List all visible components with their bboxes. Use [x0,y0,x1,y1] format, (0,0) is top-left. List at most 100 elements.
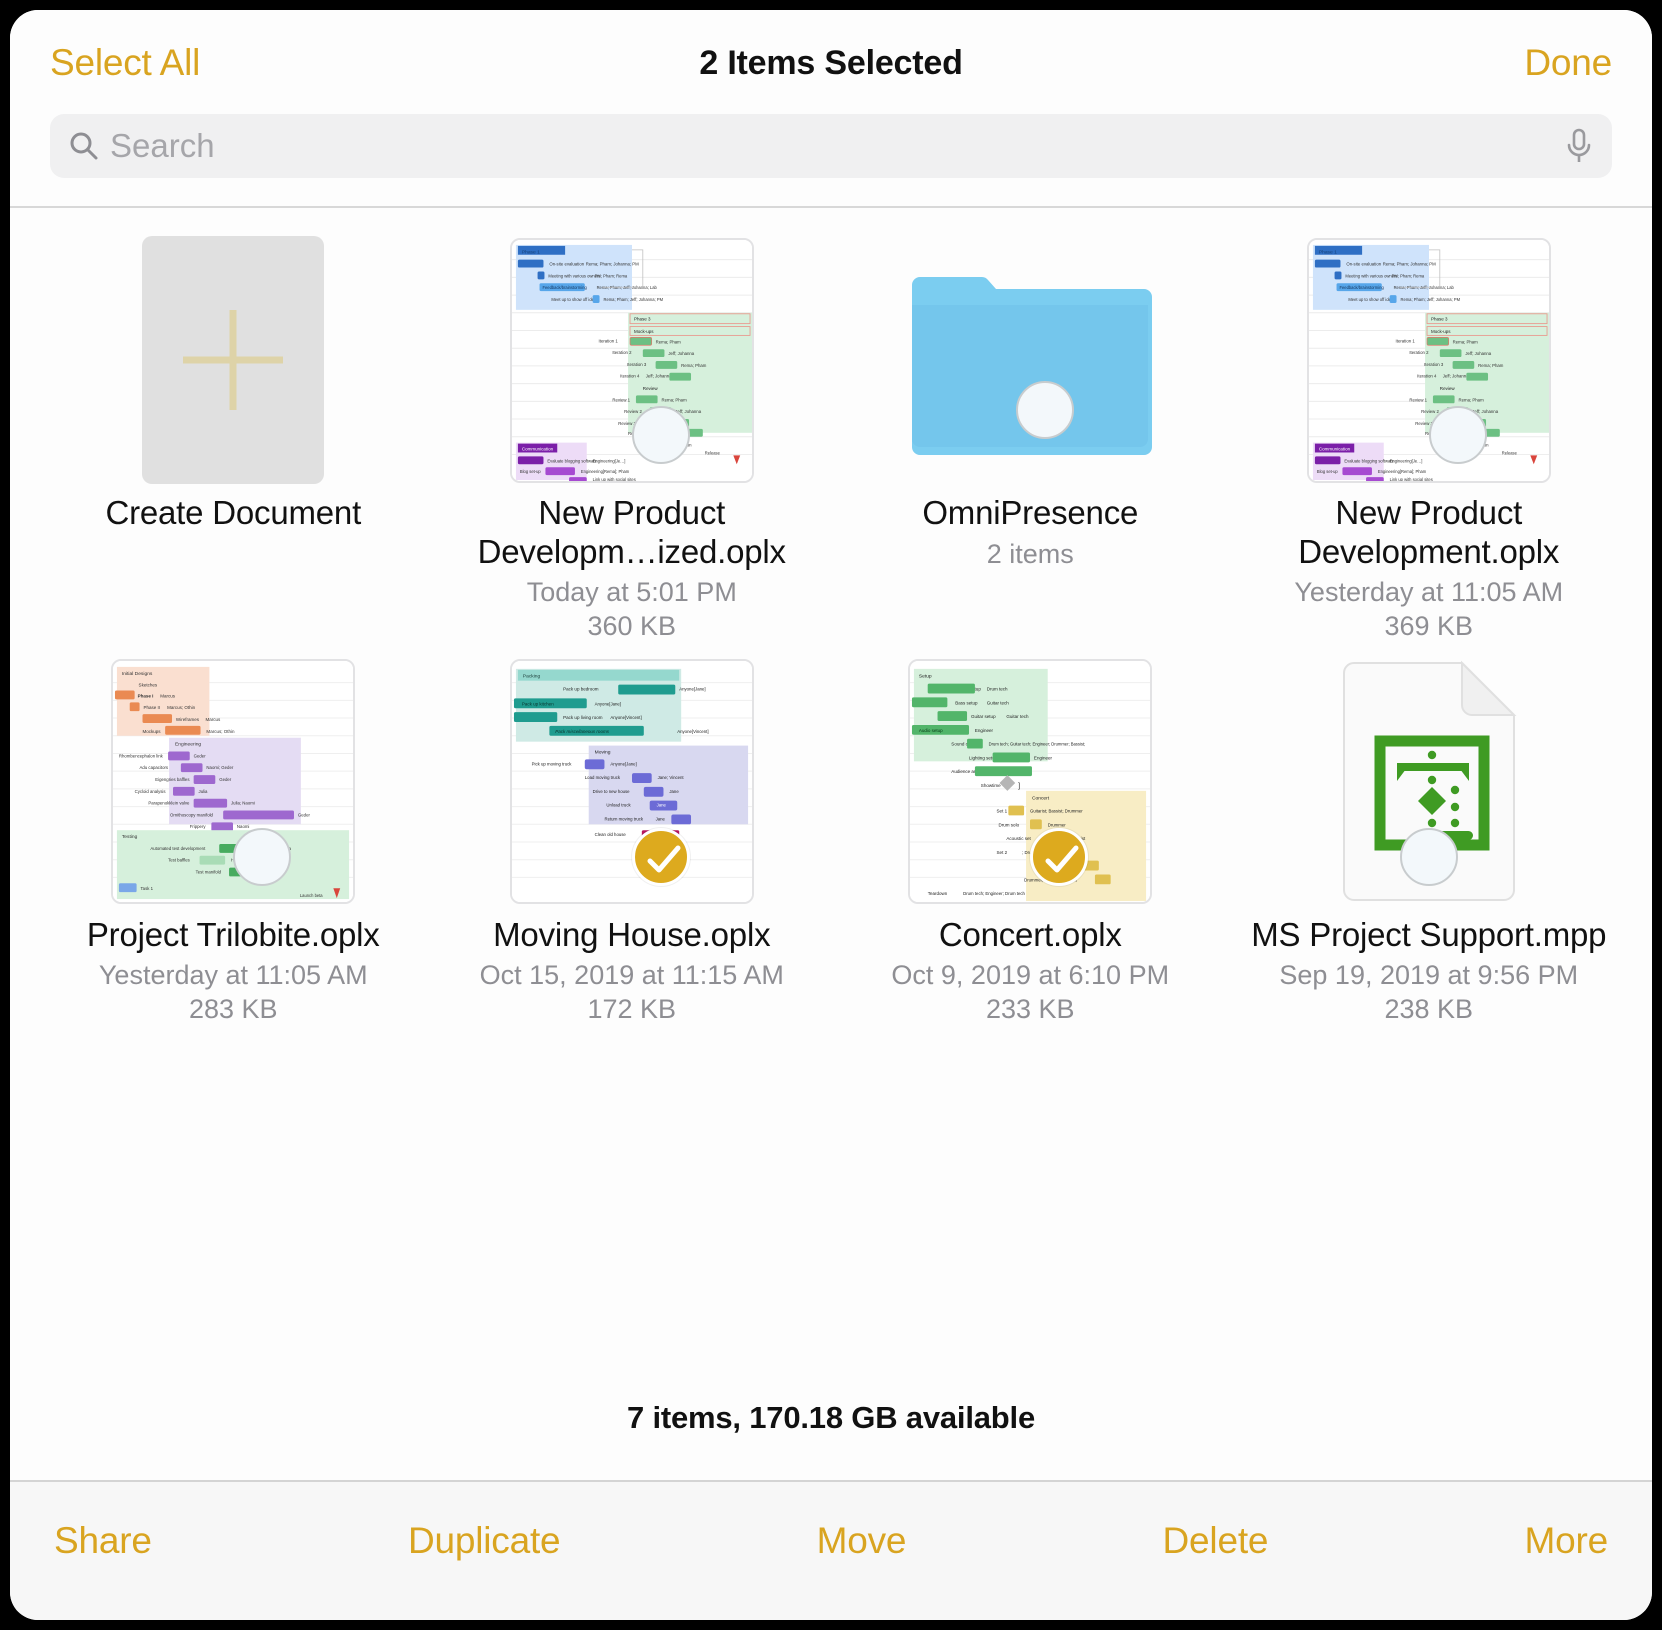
svg-text:Automated test development: Automated test development [151,846,207,851]
item-count: 2 items [986,538,1074,569]
svg-text:Release: Release [1502,450,1518,455]
svg-text:Marcus: Marcus [206,717,222,722]
svg-text:Initial Designs: Initial Designs [122,671,153,677]
svg-text:Sketches: Sketches [139,683,158,688]
thumbnail: Packing Pack up bedroom Anyone[Jane] Pac… [444,652,820,912]
caption: Create Document [55,490,411,533]
delete-button[interactable]: Delete [1163,1520,1269,1562]
item-size: 233 KB [985,993,1075,1024]
svg-text:Engineer: Engineer [975,728,994,733]
svg-text:Jeff; Johanna: Jeff; Johanna [668,351,694,356]
svg-text:Anyone[Jane]: Anyone[Jane] [594,701,620,706]
grid-item-moving-house[interactable]: Packing Pack up bedroom Anyone[Jane] Pac… [433,652,832,1025]
svg-text:Rema; Pham: Rema; Pham [1478,362,1504,367]
more-button[interactable]: More [1525,1520,1609,1562]
grid-item-new-product-development-resourced[interactable]: Phase 1 On-site evaluation Rema; Pham; J… [433,230,832,642]
svg-text:Ornithoscopy manifold: Ornithoscopy manifold [170,813,214,818]
thumbnail [842,230,1218,490]
svg-text:Naomi; Geder: Naomi; Geder [207,765,234,770]
svg-text:Clean old house: Clean old house [594,832,626,837]
svg-text:Rema; Pham; Johanna; PM: Rema; Pham; Johanna; PM [1383,261,1436,266]
selection-badge-selected[interactable] [631,827,690,886]
svg-text:Communication: Communication [1319,446,1351,451]
status-bar: 7 items, 170.18 GB available [10,1400,1652,1480]
caption: New Product Development.oplx Yesterday a… [1251,490,1607,642]
grid-item-create-document[interactable]: Create Document [34,230,433,642]
svg-text:Review 1: Review 1 [1409,397,1427,402]
svg-text:Feedback/brainstorming: Feedback/brainstorming [1339,285,1384,290]
svg-text:Engineering[Je…]: Engineering[Je…] [1389,458,1422,463]
grid-item-ms-project-support[interactable]: MS Project Support.mpp Sep 19, 2019 at 9… [1230,652,1629,1025]
svg-text:Task 1: Task 1 [141,886,154,891]
svg-text:Return moving truck: Return moving truck [604,816,643,821]
svg-text:Pick up moving truck: Pick up moving truck [531,761,572,766]
svg-text:Marcus: Marcus [160,693,176,698]
search-bar[interactable] [50,114,1612,178]
svg-text:Blog set-up: Blog set-up [520,469,542,474]
svg-text:On-site evaluation: On-site evaluation [549,261,584,266]
svg-text:Evaluate blogging software: Evaluate blogging software [547,458,597,463]
svg-text:Eigengries baffles: Eigengries baffles [156,777,190,782]
svg-text:Release: Release [705,450,721,455]
item-size: 369 KB [1384,610,1474,641]
svg-text:PM; Pham; Rema: PM; Pham; Rema [1391,273,1424,278]
grid-item-concert[interactable]: Setup Drums setup Drum tech Bass setup G… [831,652,1230,1025]
share-button[interactable]: Share [54,1520,152,1562]
svg-text:Julia: Julia [199,789,208,794]
item-date: Oct 15, 2019 at 11:15 AM [479,960,784,991]
svg-text:Anyone[Vincent]: Anyone[Vincent] [677,729,708,734]
selection-badge-unselected[interactable] [631,406,690,464]
item-size: 360 KB [587,610,677,641]
document-grid: Create Document Phase 1 On-site evaluati… [10,230,1652,1025]
svg-text:Drum tech: Drum tech [987,687,1008,692]
document-browser-window: Select All 2 Items Selected Done Search … [10,10,1652,1620]
svg-text:Julia; Naomi: Julia; Naomi [231,801,255,806]
svg-text:Anyone[Jane]: Anyone[Jane] [679,687,705,692]
grid-item-project-trilobite[interactable]: Initial Designs Sketches Phase I Marcus … [34,652,433,1025]
svg-text:Review: Review [643,386,659,391]
grid-item-omnipresence-folder[interactable]: OmniPresence 2 items [831,230,1230,642]
svg-text:Mockups: Mockups [143,729,162,734]
selection-badge-unselected[interactable] [1428,406,1487,464]
svg-text:Rema; Pham: Rema; Pham [655,339,681,344]
grid-item-new-product-development[interactable]: Phase 1 On-site evaluation Rema; Pham; J… [1230,230,1629,642]
move-button[interactable]: Move [817,1520,907,1562]
svg-text:Jane: Jane [669,789,679,794]
selection-badge-unselected[interactable] [1016,381,1075,439]
svg-text:Jeff; Johanna: Jeff; Johanna [1443,373,1469,378]
svg-text:Geder: Geder [194,753,207,758]
item-date: Today at 5:01 PM [526,577,737,608]
svg-text:Pack miscellaneous rooms: Pack miscellaneous rooms [555,729,609,734]
selection-badge-unselected[interactable] [233,827,292,886]
selection-badge-unselected[interactable] [1399,827,1458,886]
svg-text:Showtime: Showtime [981,783,1001,788]
svg-text:Review 2: Review 2 [1421,409,1439,414]
duplicate-button[interactable]: Duplicate [408,1520,561,1562]
gantt-thumbnail-trilobite: Initial Designs Sketches Phase I Marcus … [111,659,356,905]
microphone-icon[interactable] [1564,127,1594,165]
svg-text:Iteration 1: Iteration 1 [598,338,618,343]
svg-text:Phase I: Phase I [138,693,154,698]
svg-text:Blog set-up: Blog set-up [1317,469,1339,474]
svg-text:Marcus; Othin: Marcus; Othin [207,729,236,734]
svg-text:Moving: Moving [594,750,610,756]
search-input[interactable] [110,127,1556,165]
svg-text:Jane: Jane [656,803,666,808]
svg-text:Link up with social sites: Link up with social sites [592,476,635,480]
svg-text:Anyone[Vincent]: Anyone[Vincent] [610,715,641,720]
svg-text:Jeff; Johanna: Jeff; Johanna [1465,351,1491,356]
svg-text:Jeff; Johanna: Jeff; Johanna [646,373,672,378]
svg-text:Bass setup: Bass setup [955,700,978,705]
svg-text:Iteration 4: Iteration 4 [1417,373,1437,378]
caption: OmniPresence 2 items [852,490,1208,569]
done-button[interactable]: Done [1524,42,1612,84]
svg-text:Guitarist; Bassist; Drummer: Guitarist; Bassist; Drummer [1030,809,1083,814]
svg-text:Drive to new house: Drive to new house [592,789,630,794]
svg-text:Jane: Jane [655,816,665,821]
svg-text:Iteration 4: Iteration 4 [620,373,640,378]
caption: Project Trilobite.oplx Yesterday at 11:0… [55,912,411,1025]
svg-text:Jane; Vincent: Jane; Vincent [657,775,684,780]
svg-text:Frippery: Frippery [190,824,207,829]
svg-text:Rema; Pham; Johanna; PM: Rema; Pham; Johanna; PM [586,261,639,266]
selection-badge-selected[interactable] [1030,827,1089,886]
